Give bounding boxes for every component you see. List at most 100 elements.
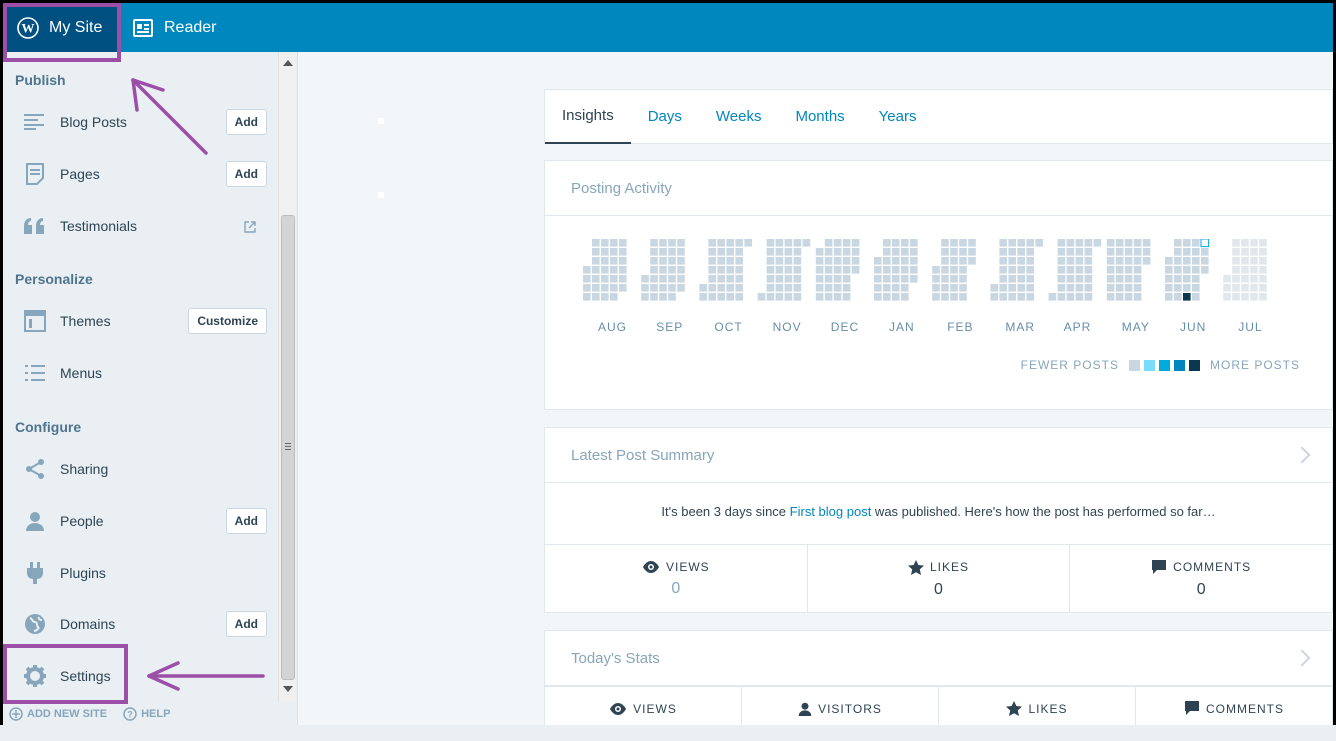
heatmap-day-cell[interactable] — [659, 239, 667, 247]
heatmap-day-cell[interactable] — [1201, 257, 1209, 265]
heatmap-day-cell[interactable] — [1232, 293, 1240, 301]
heatmap-day-cell[interactable] — [1084, 293, 1093, 301]
heatmap-day-cell[interactable] — [968, 248, 976, 256]
heatmap-day-cell[interactable] — [1017, 266, 1025, 274]
heatmap-day-cell[interactable] — [824, 293, 833, 301]
heatmap-day-cell[interactable] — [833, 275, 842, 283]
heatmap-day-cell[interactable] — [950, 248, 958, 256]
add-page-button[interactable]: Add — [225, 161, 267, 187]
heatmap-day-cell[interactable] — [1250, 239, 1258, 247]
add-blog-post-button[interactable]: Add — [225, 109, 267, 135]
heatmap-day-cell[interactable] — [1084, 284, 1093, 292]
heatmap-day-cell[interactable] — [833, 239, 842, 247]
heatmap-day-cell[interactable] — [784, 284, 793, 292]
heatmap-day-cell[interactable] — [892, 239, 900, 247]
heatmap-day-cell[interactable] — [842, 257, 851, 265]
stat-views-value[interactable]: 0 — [671, 580, 680, 598]
heatmap-day-cell[interactable] — [1183, 248, 1191, 256]
heatmap-day-cell[interactable] — [726, 293, 734, 301]
heatmap-day-cell[interactable] — [1223, 275, 1231, 283]
reader-button[interactable]: Reader — [118, 3, 230, 52]
heatmap-day-cell[interactable] — [601, 257, 609, 265]
heatmap-day-cell[interactable] — [1008, 284, 1016, 292]
heatmap-day-cell[interactable] — [842, 239, 851, 247]
heatmap-day-cell[interactable] — [1133, 266, 1142, 274]
heatmap-day-cell[interactable] — [793, 257, 802, 265]
heatmap-day-cell[interactable] — [793, 266, 802, 274]
heatmap-day-cell[interactable] — [650, 266, 658, 274]
heatmap-day-cell[interactable] — [941, 284, 949, 292]
heatmap-day-cell[interactable] — [766, 275, 775, 283]
heatmap-day-cell[interactable] — [735, 284, 743, 292]
heatmap-day-cell[interactable] — [815, 293, 824, 301]
heatmap-day-cell[interactable] — [941, 248, 949, 256]
heatmap-day-cell[interactable] — [735, 257, 743, 265]
heatmap-day-cell[interactable] — [668, 293, 676, 301]
heatmap-day-cell[interactable] — [1084, 257, 1093, 265]
today-stat-views[interactable]: VIEWS — [545, 687, 742, 725]
heatmap-day-cell[interactable] — [892, 257, 900, 265]
heatmap-day-cell[interactable] — [592, 284, 600, 292]
heatmap-day-cell[interactable] — [959, 284, 967, 292]
heatmap-day-cell[interactable] — [583, 266, 591, 274]
heatmap-day-cell[interactable] — [619, 248, 627, 256]
heatmap-day-cell[interactable] — [1084, 248, 1093, 256]
heatmap-day-cell[interactable] — [619, 257, 627, 265]
help-link[interactable]: ? HELP — [123, 706, 170, 721]
heatmap-day-cell[interactable] — [932, 275, 940, 283]
heatmap-day-cell[interactable] — [708, 284, 716, 292]
heatmap-day-cell[interactable] — [641, 284, 649, 292]
heatmap-day-cell[interactable] — [1075, 284, 1084, 292]
heatmap-day-cell[interactable] — [959, 239, 967, 247]
heatmap-day-cell[interactable] — [1115, 293, 1124, 301]
heatmap-day-cell[interactable] — [968, 239, 976, 247]
heatmap-day-cell[interactable] — [842, 275, 851, 283]
heatmap-day-cell[interactable] — [1066, 239, 1075, 247]
heatmap-day-cell[interactable] — [1115, 239, 1124, 247]
heatmap-day-cell[interactable] — [1084, 275, 1093, 283]
heatmap-day-cell[interactable] — [793, 239, 802, 247]
latest-post-header[interactable]: Latest Post Summary — [545, 428, 1332, 483]
heatmap-day-cell[interactable] — [1200, 239, 1210, 248]
heatmap-day-cell[interactable] — [650, 248, 658, 256]
heatmap-day-cell[interactable] — [668, 275, 676, 283]
heatmap-day-cell[interactable] — [1232, 275, 1240, 283]
heatmap-day-cell[interactable] — [959, 257, 967, 265]
heatmap-day-cell[interactable] — [1133, 257, 1142, 265]
heatmap-day-cell[interactable] — [1066, 293, 1075, 301]
heatmap-day-cell[interactable] — [708, 266, 716, 274]
heatmap-day-cell[interactable] — [1008, 239, 1016, 247]
heatmap-day-cell[interactable] — [1106, 266, 1115, 274]
heatmap-day-cell[interactable] — [668, 239, 676, 247]
heatmap-day-cell[interactable] — [1174, 275, 1182, 283]
heatmap-day-cell[interactable] — [717, 257, 725, 265]
heatmap-day-cell[interactable] — [892, 248, 900, 256]
heatmap-day-cell[interactable] — [1183, 266, 1191, 274]
tab-months[interactable]: Months — [778, 89, 861, 144]
heatmap-day-cell[interactable] — [851, 257, 860, 265]
heatmap-day-cell[interactable] — [892, 275, 900, 283]
heatmap-day-cell[interactable] — [815, 266, 824, 274]
heatmap-day-cell[interactable] — [592, 266, 600, 274]
heatmap-day-cell[interactable] — [1174, 248, 1182, 256]
heatmap-day-cell[interactable] — [659, 257, 667, 265]
heatmap-day-cell[interactable] — [959, 275, 967, 283]
heatmap-day-cell[interactable] — [910, 266, 918, 274]
heatmap-day-cell[interactable] — [793, 248, 802, 256]
heatmap-day-cell[interactable] — [1066, 275, 1075, 283]
heatmap-day-cell[interactable] — [583, 284, 591, 292]
heatmap-day-cell[interactable] — [610, 275, 618, 283]
heatmap-day-cell[interactable] — [1084, 266, 1093, 274]
heatmap-day-cell[interactable] — [726, 239, 734, 247]
heatmap-day-cell[interactable] — [1115, 248, 1124, 256]
heatmap-day-cell[interactable] — [601, 266, 609, 274]
heatmap-day-cell[interactable] — [824, 257, 833, 265]
heatmap-day-cell[interactable] — [1232, 284, 1240, 292]
heatmap-day-cell[interactable] — [1142, 257, 1151, 265]
heatmap-day-cell[interactable] — [775, 275, 784, 283]
heatmap-day-cell[interactable] — [619, 266, 627, 274]
heatmap-day-cell[interactable] — [1133, 239, 1142, 247]
heatmap-day-cell[interactable] — [793, 275, 802, 283]
heatmap-day-cell[interactable] — [833, 257, 842, 265]
heatmap-day-cell[interactable] — [784, 248, 793, 256]
